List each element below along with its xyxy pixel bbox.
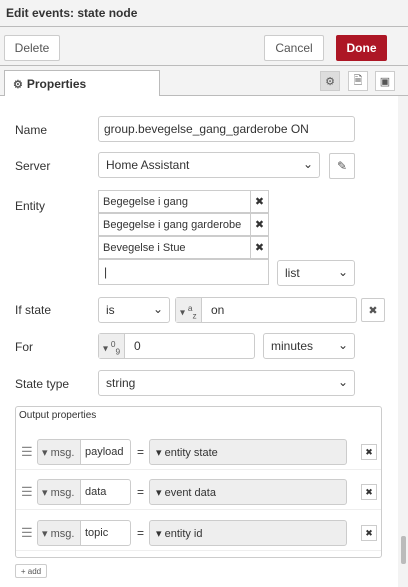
msg-property-input[interactable]: topic xyxy=(80,520,131,546)
remove-entity-button[interactable]: ✖ xyxy=(250,190,269,213)
description-tab-icon[interactable]: 🗎 xyxy=(348,71,368,91)
settings-tab-icon[interactable]: ⚙ xyxy=(320,71,340,91)
entity-item: Begegelse i gang garderobe xyxy=(98,213,269,236)
chevron-down-icon: ⌄ xyxy=(302,157,313,171)
chevron-down-icon: ⌄ xyxy=(337,338,348,352)
output-value-select[interactable]: ▾ event data xyxy=(149,479,347,505)
if-state-value: on xyxy=(211,303,225,317)
server-select[interactable]: Home Assistant ⌄ xyxy=(98,152,320,178)
remove-row-button[interactable]: ✖ xyxy=(361,484,377,500)
type-string-selector[interactable]: ▾ az xyxy=(176,298,202,322)
output-value-select[interactable]: ▾ entity state xyxy=(149,439,347,465)
state-type-select[interactable]: string ⌄ xyxy=(98,370,355,396)
tab-properties[interactable]: ⚙ Properties xyxy=(4,70,160,97)
chevron-down-icon: ⌄ xyxy=(337,265,348,279)
server-label: Server xyxy=(15,159,51,173)
equals-sign: = xyxy=(137,485,145,499)
remove-row-button[interactable]: ✖ xyxy=(361,525,377,541)
for-value: 0 xyxy=(134,339,141,353)
tab-properties-label: Properties xyxy=(26,77,87,91)
chevron-down-icon: ⌄ xyxy=(152,302,163,316)
if-state-label: If state xyxy=(15,303,52,317)
output-value-select[interactable]: ▾ entity id xyxy=(149,520,347,546)
msg-property-input[interactable]: data xyxy=(80,479,131,505)
cancel-button[interactable]: Cancel xyxy=(264,35,324,61)
state-type-label: State type xyxy=(15,377,70,391)
entity-match-select[interactable]: list ⌄ xyxy=(277,260,355,286)
msg-type-selector[interactable]: ▾ msg. xyxy=(37,479,81,505)
edit-server-button[interactable]: ✎ xyxy=(329,153,355,179)
tray-title: Edit events: state node xyxy=(6,6,138,20)
equals-sign: = xyxy=(137,526,145,540)
appearance-tab-icon[interactable]: ▣ xyxy=(375,71,395,91)
pencil-icon: ✎ xyxy=(336,159,348,173)
msg-property-input[interactable]: payload xyxy=(80,439,131,465)
if-state-input[interactable]: ▾ az on xyxy=(175,297,357,323)
chevron-down-icon: ⌄ xyxy=(337,375,348,389)
remove-entity-button[interactable]: ✖ xyxy=(250,213,269,236)
scrollbar[interactable] xyxy=(398,96,408,587)
entity-label: Entity xyxy=(15,199,46,213)
done-button[interactable]: Done xyxy=(336,35,387,61)
tab-bar: ⚙ Properties xyxy=(0,66,408,97)
drag-handle-icon[interactable]: ☰ xyxy=(21,484,33,500)
close-icon: ✖ xyxy=(368,304,378,317)
delete-button[interactable]: Delete xyxy=(4,35,60,61)
remove-entity-button[interactable]: ✖ xyxy=(250,236,269,259)
for-input[interactable]: ▾ 09 0 xyxy=(98,333,255,359)
msg-type-selector[interactable]: ▾ msg. xyxy=(37,520,81,546)
scroll-thumb[interactable] xyxy=(401,536,406,564)
type-number-selector[interactable]: ▾ 09 xyxy=(99,334,126,358)
remove-row-button[interactable]: ✖ xyxy=(361,444,377,460)
if-state-operator-value: is xyxy=(106,303,115,317)
for-unit-value: minutes xyxy=(271,339,314,353)
state-type-value: string xyxy=(106,376,136,390)
gear-icon: ⚙ xyxy=(13,79,23,91)
name-input[interactable]: group.bevegelse_gang_garderobe ON xyxy=(98,116,355,142)
entity-item: Bevegelse i Stue xyxy=(98,236,269,259)
server-value: Home Assistant xyxy=(106,158,190,172)
drag-handle-icon[interactable]: ☰ xyxy=(21,525,33,541)
for-unit-select[interactable]: minutes ⌄ xyxy=(263,333,355,359)
clear-if-state-button[interactable]: ✖ xyxy=(361,298,385,322)
tray-header: Edit events: state node xyxy=(0,0,408,27)
toolbar: Delete Cancel Done xyxy=(0,28,408,66)
add-output-button[interactable]: + add xyxy=(15,564,47,578)
entity-match-value: list xyxy=(285,266,300,280)
entity-search-input[interactable]: | xyxy=(98,259,269,285)
output-properties-legend: Output properties xyxy=(19,410,97,421)
name-label: Name xyxy=(15,123,48,137)
entity-item: Begegelse i gang xyxy=(98,190,269,213)
if-state-operator-select[interactable]: is ⌄ xyxy=(98,297,170,323)
for-label: For xyxy=(15,340,33,354)
equals-sign: = xyxy=(137,445,145,459)
msg-type-selector[interactable]: ▾ msg. xyxy=(37,439,81,465)
drag-handle-icon[interactable]: ☰ xyxy=(21,444,33,460)
